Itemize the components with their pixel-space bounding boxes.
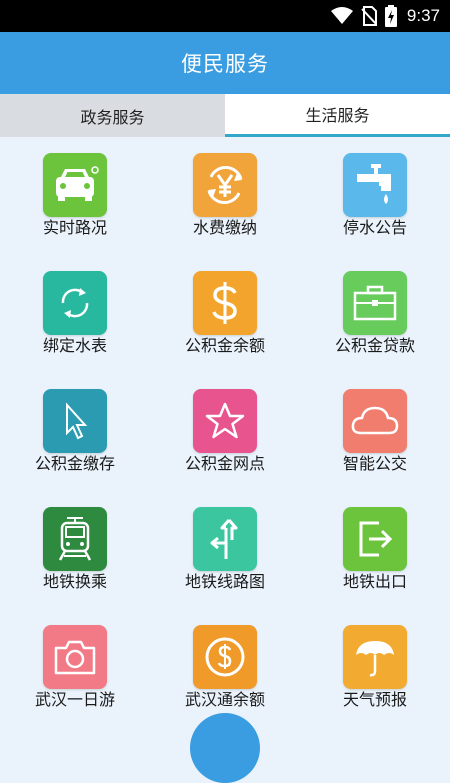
cursor-icon xyxy=(43,389,107,453)
route-sign-icon xyxy=(193,507,257,571)
tab-government-services[interactable]: 政务服务 xyxy=(0,94,225,137)
service-label: 公积金缴存 xyxy=(34,454,115,473)
service-water-bill-payment[interactable]: 水费缴纳 xyxy=(150,137,300,255)
service-bind-water-meter[interactable]: 绑定水表 xyxy=(0,255,150,373)
service-label: 实时路况 xyxy=(42,218,107,237)
dollar-icon xyxy=(193,271,257,335)
tab-life-services[interactable]: 生活服务 xyxy=(225,94,450,137)
service-metro-map[interactable]: 地铁线路图 xyxy=(150,491,300,609)
service-label: 地铁换乘 xyxy=(42,572,107,591)
briefcase-icon xyxy=(343,271,407,335)
service-label: 水费缴纳 xyxy=(192,218,257,237)
no-sim-icon xyxy=(361,6,377,26)
service-label: 公积金余额 xyxy=(184,336,265,355)
service-tabs: 政务服务 生活服务 xyxy=(0,94,450,137)
service-metro-transfer[interactable]: 地铁换乘 xyxy=(0,491,150,609)
service-label: 智能公交 xyxy=(342,454,407,473)
service-fund-deposit[interactable]: 公积金缴存 xyxy=(0,373,150,491)
battery-charging-icon xyxy=(384,5,397,27)
camera-icon xyxy=(43,625,107,689)
service-fund-loan[interactable]: 公积金贷款 xyxy=(300,255,450,373)
train-icon xyxy=(43,507,107,571)
service-label: 武汉通余额 xyxy=(184,690,265,709)
service-water-outage-notice[interactable]: 停水公告 xyxy=(300,137,450,255)
exit-icon xyxy=(343,507,407,571)
service-label: 绑定水表 xyxy=(42,336,107,355)
coin-icon xyxy=(193,625,257,689)
service-label: 武汉一日游 xyxy=(34,690,115,709)
service-label: 公积金贷款 xyxy=(334,336,415,355)
service-realtime-traffic[interactable]: 实时路况 xyxy=(0,137,150,255)
wifi-icon xyxy=(330,7,353,25)
status-time: 9:37 xyxy=(406,6,440,25)
page-title: 便民服务 xyxy=(181,52,269,76)
status-bar: 9:37 xyxy=(0,0,450,32)
service-metro-exit[interactable]: 地铁出口 xyxy=(300,491,450,609)
service-weather-forecast[interactable]: 天气预报 xyxy=(300,609,450,727)
sync-icon xyxy=(43,271,107,335)
service-wuhan-day-tour[interactable]: 武汉一日游 xyxy=(0,609,150,727)
service-fund-balance[interactable]: 公积金余额 xyxy=(150,255,300,373)
water-tap-icon xyxy=(343,153,407,217)
car-icon xyxy=(43,153,107,217)
yen-refresh-icon xyxy=(193,153,257,217)
service-fund-branches[interactable]: 公积金网点 xyxy=(150,373,300,491)
star-icon xyxy=(193,389,257,453)
service-label: 天气预报 xyxy=(342,690,407,709)
app-header: 便民服务 xyxy=(0,32,450,94)
service-label: 地铁出口 xyxy=(342,572,407,591)
umbrella-icon xyxy=(343,625,407,689)
service-label: 地铁线路图 xyxy=(184,572,265,591)
cloud-icon xyxy=(343,389,407,453)
service-label: 公积金网点 xyxy=(184,454,265,473)
service-wuhan-card-balance[interactable]: 武汉通余额 xyxy=(150,609,300,727)
service-label: 停水公告 xyxy=(342,218,407,237)
service-smart-bus[interactable]: 智能公交 xyxy=(300,373,450,491)
